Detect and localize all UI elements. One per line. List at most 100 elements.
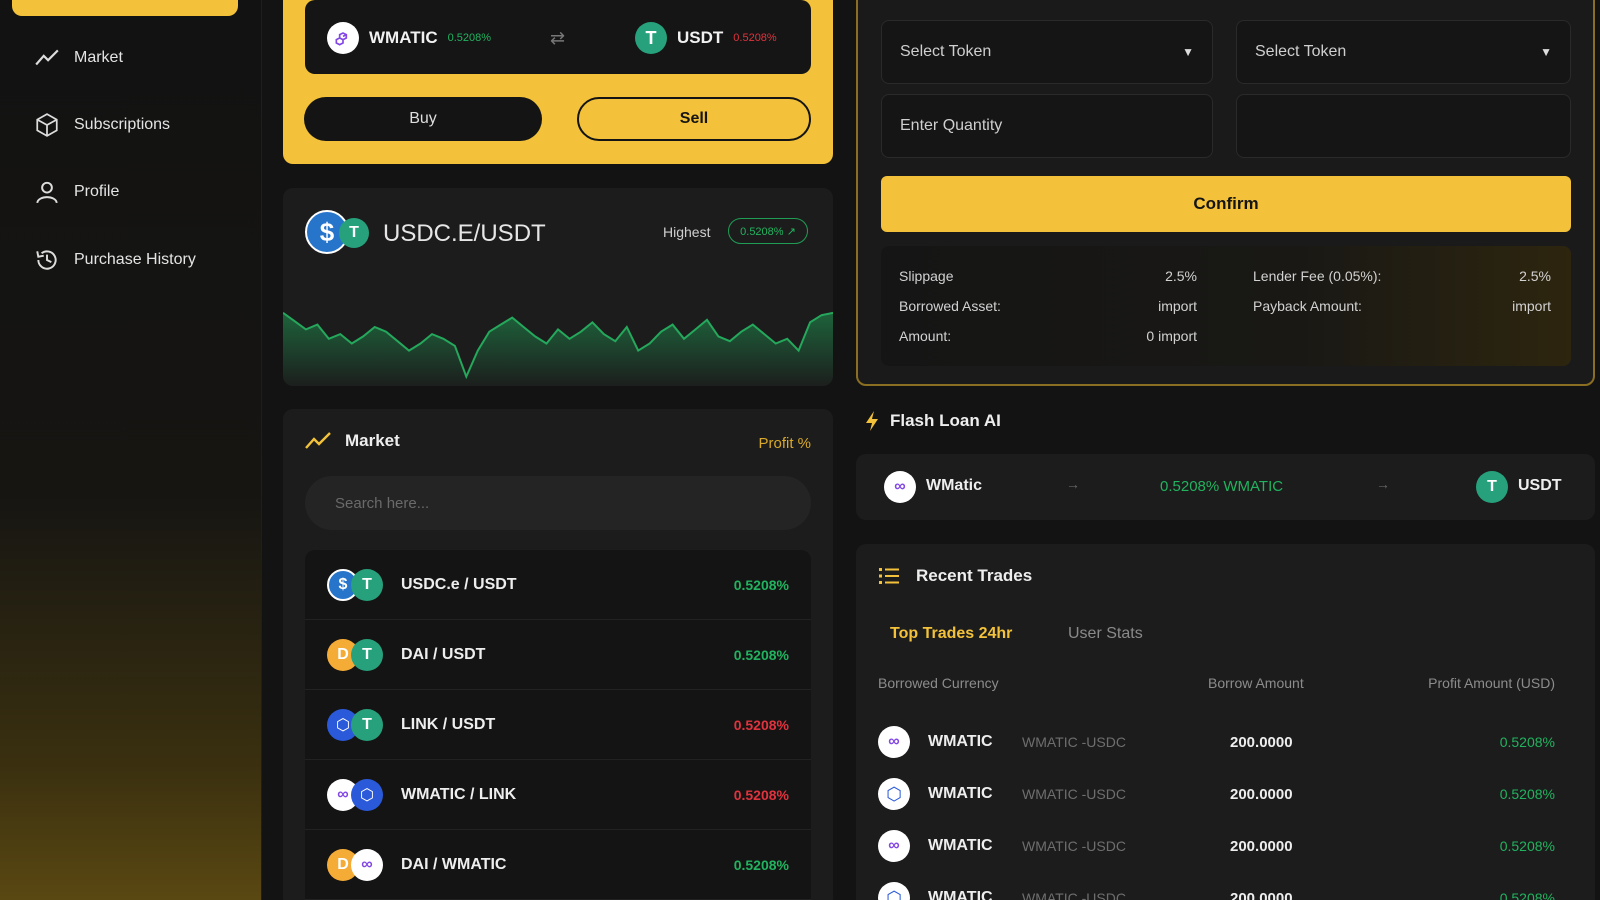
list-item[interactable]: D ∞ DAI / WMATIC 0.5208% [305, 830, 811, 900]
caret-down-icon: ▼ [1182, 45, 1194, 59]
tab-user-stats[interactable]: User Stats [1068, 625, 1143, 643]
flash-loan-form: Select Token ▼ Select Token ▼ Enter Quan… [856, 0, 1595, 386]
quote-change: 0.5208% [733, 32, 777, 44]
trade-profit: 0.5208% [1499, 890, 1555, 900]
sidebar: Market Subscriptions Profile Purchase Hi… [0, 0, 262, 900]
trade-currency: WMATIC [928, 733, 993, 750]
trade-profit: 0.5208% [1499, 786, 1555, 802]
pair-icons: D T [327, 638, 383, 671]
trend-icon [305, 432, 331, 449]
list-item[interactable]: $ T USDC.e / USDT 0.5208% [305, 550, 811, 620]
sidebar-item-label: Market [74, 49, 123, 66]
trade-profit: 0.5208% [1499, 838, 1555, 854]
profit-sort[interactable]: Profit % [758, 435, 811, 452]
select-token-to-label: Select Token [1255, 43, 1347, 60]
price-area-chart [283, 311, 833, 386]
market-search-input[interactable] [305, 476, 811, 530]
confirm-button[interactable]: Confirm [881, 176, 1571, 232]
market-title: Market [345, 431, 400, 450]
matic-icon: ∞ [351, 848, 383, 881]
sidebar-item-market[interactable]: Market [34, 43, 123, 73]
pair-name: DAI / WMATIC [401, 855, 507, 873]
usdt-icon: T [1476, 471, 1508, 503]
usdt-icon: T [351, 568, 383, 601]
sidebar-item-label: Purchase History [74, 251, 196, 268]
trade-currency: WMATIC [928, 837, 993, 854]
matic-icon: ∞ [878, 830, 910, 862]
sidebar-item-purchase-history[interactable]: Purchase History [34, 245, 196, 275]
usdt-icon: T [339, 218, 369, 248]
recent-trades-title: Recent Trades [916, 566, 1033, 585]
pair-selector[interactable]: WMATIC 0.5208% ⇄ T USDT 0.5208% [305, 0, 811, 74]
list-item[interactable]: ⬡ T LINK / USDT 0.5208% [305, 690, 811, 760]
table-row[interactable]: ⬡ WMATIC WMATIC -USDC 200.0000 0.5208% [856, 768, 1595, 820]
link-icon: ⬡ [351, 778, 383, 811]
select-token-from[interactable]: Select Token ▼ [881, 20, 1213, 84]
route-rate: 0.5208% WMATIC [1160, 478, 1284, 495]
column-borrowed-currency: Borrowed Currency [878, 675, 999, 691]
select-token-from-label: Select Token [900, 43, 992, 60]
pair-icons: ∞ ⬡ [327, 778, 383, 811]
trade-pair: WMATIC -USDC [1022, 734, 1126, 750]
trade-amount: 200.0000 [1230, 837, 1293, 855]
quote-token[interactable]: T USDT 0.5208% [635, 22, 777, 54]
flash-loan-ai-header: Flash Loan AI [864, 410, 1001, 432]
matic-icon [327, 22, 359, 54]
recent-trades-header: Recent Trades [878, 566, 1032, 586]
flash-loan-route[interactable]: ∞ WMatic → 0.5208% WMATIC → T USDT [856, 454, 1595, 520]
sidebar-active-item[interactable] [12, 0, 238, 16]
base-token[interactable]: WMATIC 0.5208% [327, 22, 491, 54]
trade-pair: WMATIC -USDC [1022, 786, 1126, 802]
base-symbol: WMATIC [369, 28, 438, 47]
quantity-placeholder: Enter Quantity [900, 117, 1003, 134]
slippage-label: Slippage [899, 268, 954, 284]
slippage-value: 2.5% [1165, 268, 1197, 284]
route-to: USDT [1518, 477, 1562, 494]
pair-profit: 0.5208% [733, 856, 789, 873]
quantity-input[interactable]: Enter Quantity [881, 94, 1213, 158]
history-icon [36, 250, 57, 270]
pair-icons: D ∞ [327, 848, 383, 881]
pair-name: USDC.e / USDT [401, 575, 517, 593]
arrow-right-icon: → [1066, 476, 1080, 492]
pair-icons: $ T [327, 568, 383, 601]
select-token-to[interactable]: Select Token ▼ [1236, 20, 1571, 84]
output-quantity-field[interactable] [1236, 94, 1571, 158]
pair-name: DAI / USDT [401, 645, 486, 663]
trade-amount: 200.0000 [1230, 785, 1293, 803]
sidebar-item-label: Profile [74, 183, 120, 200]
sell-button[interactable]: Sell [577, 97, 811, 141]
swap-icon[interactable]: ⇄ [550, 28, 565, 49]
table-row[interactable]: ∞ WMATIC WMATIC -USDC 200.0000 0.5208% [856, 820, 1595, 872]
amount-label: Amount: [899, 328, 952, 344]
highest-label: Highest [663, 224, 711, 240]
list-item[interactable]: D T DAI / USDT 0.5208% [305, 620, 811, 690]
chart-area [283, 312, 833, 386]
base-change: 0.5208% [447, 32, 492, 44]
buy-button[interactable]: Buy [304, 97, 542, 141]
trend-icon [35, 49, 59, 66]
sidebar-item-label: Subscriptions [74, 116, 171, 133]
flash-loan-ai-title: Flash Loan AI [890, 411, 1001, 430]
table-row[interactable]: ⬡ WMATIC WMATIC -USDC 200.0000 0.5208% [856, 872, 1595, 900]
sidebar-item-subscriptions[interactable]: Subscriptions [34, 110, 170, 140]
usdt-icon: T [635, 22, 667, 54]
tab-top-trades[interactable]: Top Trades 24hr [890, 625, 1012, 643]
chart-pair-title: USDC.E/USDT [383, 220, 546, 247]
usdt-icon: T [351, 638, 383, 671]
list-item[interactable]: ∞ ⬡ WMATIC / LINK 0.5208% [305, 760, 811, 830]
pair-profit: 0.5208% [733, 576, 789, 593]
pair-icons: $ T [305, 210, 369, 254]
borrowed-asset-value: import [1158, 298, 1197, 314]
caret-down-icon: ▼ [1540, 45, 1552, 59]
link-icon: ⬡ [878, 778, 910, 810]
lender-fee-value: 2.5% [1519, 268, 1551, 284]
link-icon: ⬡ [878, 882, 910, 900]
trade-pair: WMATIC -USDC [1022, 838, 1126, 854]
payback-amount-label: Payback Amount: [1253, 298, 1362, 314]
sidebar-item-profile[interactable]: Profile [34, 177, 119, 207]
table-row[interactable]: ∞ WMATIC WMATIC -USDC 200.0000 0.5208% [856, 716, 1595, 768]
box-icon [36, 113, 58, 137]
quote-symbol: USDT [677, 28, 724, 47]
highest-badge: 0.5208% ↗ [728, 218, 808, 244]
